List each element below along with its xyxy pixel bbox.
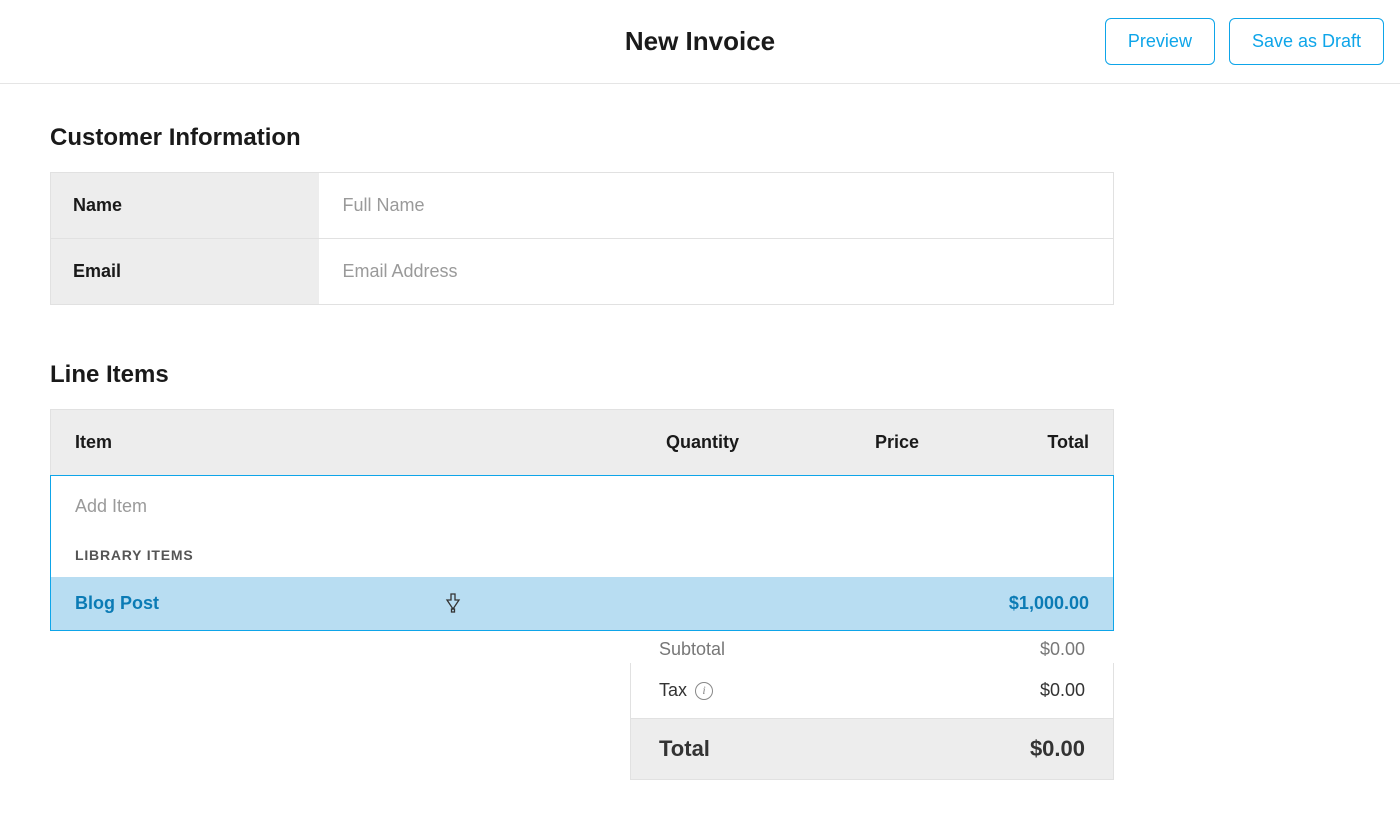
total-value: $0.00	[1030, 736, 1085, 762]
column-header-total: Total	[919, 432, 1089, 453]
add-item-placeholder: Add Item	[75, 496, 147, 516]
library-item-price: $1,000.00	[1009, 593, 1089, 614]
customer-section: Customer Information Name Email	[50, 124, 1350, 305]
page-title: New Invoice	[625, 26, 775, 57]
summary-panel: Subtotal $0.00 Tax i $0.00 Total $0.00	[630, 663, 1114, 780]
preview-button[interactable]: Preview	[1105, 18, 1215, 65]
content-area: Customer Information Name Email Line Ite…	[0, 84, 1400, 517]
library-item-name: Blog Post	[75, 593, 159, 614]
line-items-table: Item Quantity Price Total Add Item LIBRA…	[50, 409, 1114, 477]
customer-section-title: Customer Information	[50, 124, 1350, 152]
info-icon[interactable]: i	[695, 682, 713, 700]
library-item-blog-post[interactable]: Blog Post $1,000.00	[51, 577, 1113, 630]
library-items-heading: LIBRARY ITEMS	[51, 543, 1113, 577]
add-item-input[interactable]: Add Item	[51, 476, 1113, 543]
tax-label: Tax	[659, 680, 687, 701]
subtotal-value: $0.00	[1040, 639, 1085, 660]
line-items-header-row: Item Quantity Price Total	[51, 410, 1113, 476]
header-actions: Preview Save as Draft	[1105, 18, 1384, 65]
email-label: Email	[51, 239, 319, 305]
line-items-section: Line Items Item Quantity Price Total Add…	[50, 361, 1350, 477]
email-input[interactable]	[319, 239, 1114, 304]
name-input[interactable]	[319, 173, 1114, 238]
column-header-price: Price	[739, 432, 919, 453]
column-header-quantity: Quantity	[569, 432, 739, 453]
save-as-draft-button[interactable]: Save as Draft	[1229, 18, 1384, 65]
page-header: New Invoice Preview Save as Draft	[0, 0, 1400, 84]
total-row: Total $0.00	[631, 719, 1113, 779]
total-label: Total	[659, 736, 710, 762]
item-dropdown: Add Item LIBRARY ITEMS Blog Post $1,000.…	[50, 475, 1114, 631]
line-items-section-title: Line Items	[50, 361, 1350, 389]
column-header-item: Item	[75, 432, 569, 453]
customer-form: Name Email	[50, 172, 1114, 305]
tax-value: $0.00	[1040, 680, 1085, 701]
name-label: Name	[51, 173, 319, 239]
tax-row: Tax i $0.00	[631, 663, 1113, 719]
cursor-icon	[443, 591, 463, 615]
subtotal-label: Subtotal	[659, 639, 725, 660]
